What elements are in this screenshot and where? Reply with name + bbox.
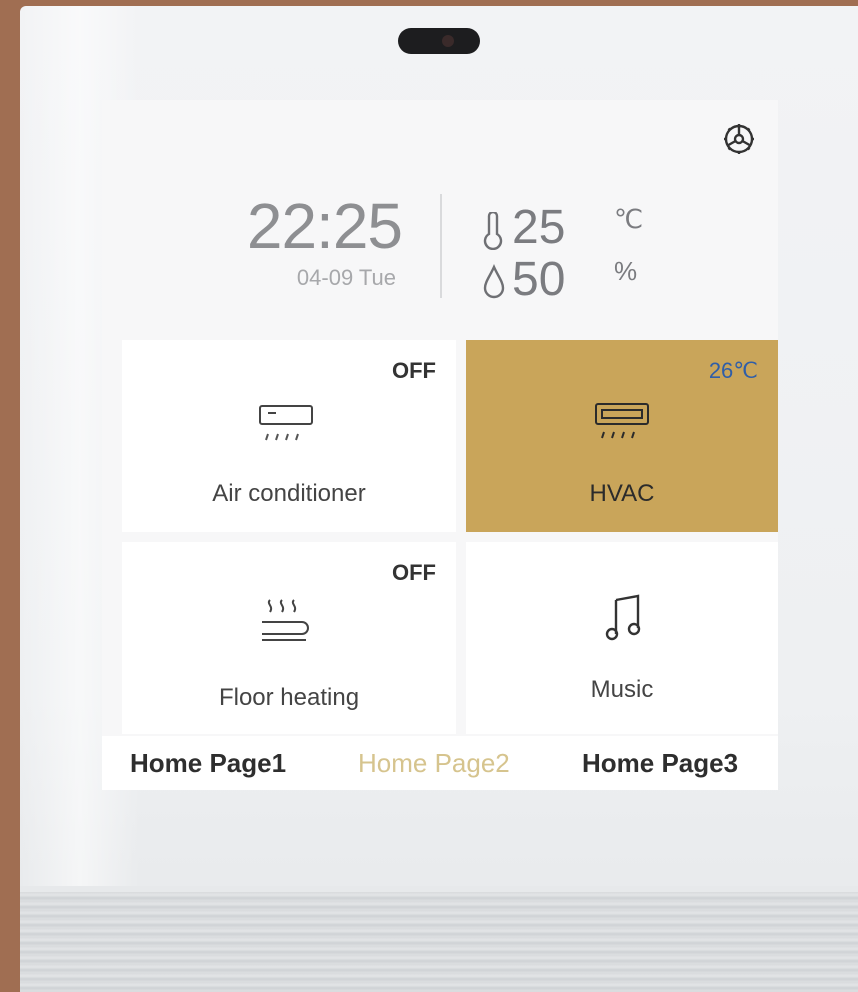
tile-hvac[interactable]: 26℃ HVAC (466, 340, 778, 532)
tab-home-page-1[interactable]: Home Page1 (130, 748, 286, 779)
music-label: Music (590, 676, 654, 703)
ac-label: Air conditioner (212, 480, 366, 507)
floor-heating-label: Floor heating (218, 684, 360, 711)
page-tabs: Home Page1 Home Page2 Home Page3 (102, 736, 778, 790)
hvac-state: 26℃ (708, 358, 758, 383)
hvac-icon (595, 403, 649, 439)
clock-date: 04-09 Tue (296, 265, 396, 290)
humidity-value: 50 (512, 253, 566, 306)
music-note-icon (605, 594, 641, 641)
droplet-icon (483, 264, 505, 299)
ac-state: OFF (392, 358, 436, 383)
brushed-metal-base (20, 886, 858, 992)
tab-home-page-2[interactable]: Home Page2 (358, 748, 510, 779)
thermometer-icon (483, 212, 503, 250)
tile-air-conditioner[interactable]: OFF Air conditioner (122, 340, 456, 532)
temperature-value: 25 (512, 201, 566, 254)
floor-heating-state: OFF (392, 560, 436, 585)
tab-home-page-3[interactable]: Home Page3 (582, 748, 738, 779)
divider (440, 194, 442, 298)
tile-floor-heating[interactable]: OFF Floor heating (122, 542, 456, 734)
tile-music[interactable]: Music (466, 542, 778, 734)
touch-screen: 22:25 04-09 Tue 25 ℃ 50 % OFF Air condit… (102, 100, 778, 790)
hvac-label: HVAC (589, 480, 655, 507)
settings-gear-icon[interactable] (722, 122, 756, 156)
floor-heating-icon (262, 599, 309, 641)
humidity-unit: % (614, 256, 638, 286)
proximity-sensor (398, 28, 480, 54)
clock-time: 22:25 (246, 190, 403, 262)
temperature-unit: ℃ (614, 204, 644, 234)
wall-panel: 22:25 04-09 Tue 25 ℃ 50 % OFF Air condit… (20, 6, 858, 992)
air-conditioner-icon (259, 405, 313, 441)
